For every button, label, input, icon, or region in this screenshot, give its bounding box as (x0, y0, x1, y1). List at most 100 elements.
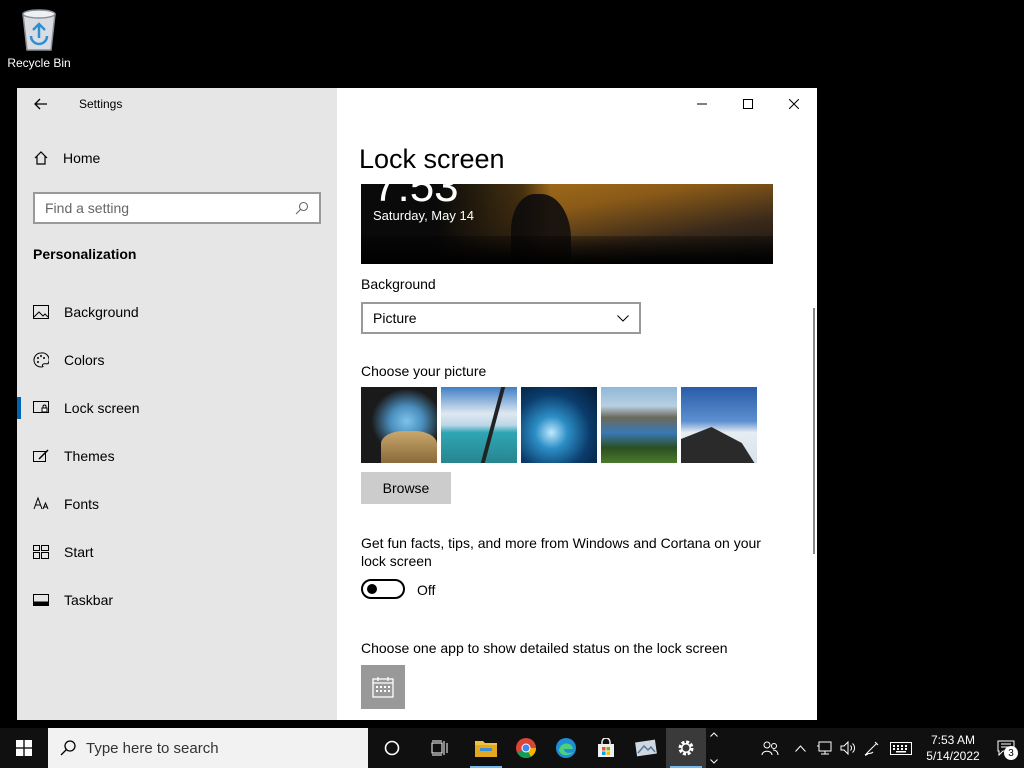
taskbar: Type here to search 7:53 AM 5/14/2022 3 (0, 728, 1024, 768)
chrome-icon (516, 738, 537, 759)
toggle-knob (367, 584, 377, 594)
edge-icon (556, 738, 576, 758)
sidebar-item-fonts[interactable]: Fonts (17, 480, 337, 528)
recycle-bin-label: Recycle Bin (7, 56, 71, 70)
taskbar-search-placeholder: Type here to search (86, 739, 219, 757)
taskbar-scroll[interactable] (706, 728, 722, 768)
lock-screen-preview: 7:53 Saturday, May 14 (361, 184, 773, 264)
section-title: Personalization (33, 246, 137, 262)
preview-date: Saturday, May 14 (373, 208, 474, 223)
taskbar-icon (33, 592, 49, 608)
lock-screen-icon (33, 400, 49, 416)
sidebar-item-colors[interactable]: Colors (17, 336, 337, 384)
settings-window: Settings Home Find a setting Personaliza… (17, 88, 817, 720)
settings-taskbar-button[interactable] (666, 728, 706, 768)
fun-facts-label: Get fun facts, tips, and more from Windo… (361, 535, 761, 569)
page-title: Lock screen (359, 144, 505, 174)
sidebar-item-label: Fonts (64, 496, 100, 512)
start-button[interactable] (0, 728, 48, 768)
picture-thumbnail[interactable] (441, 387, 517, 463)
brush-icon (33, 448, 49, 464)
store-icon (598, 738, 614, 757)
app-title: Settings (79, 97, 123, 111)
caption-buttons (679, 88, 817, 120)
maximize-button[interactable] (725, 88, 771, 120)
palette-icon (33, 352, 49, 368)
sidebar-item-lock-screen[interactable]: Lock screen (17, 384, 337, 432)
photos-icon (635, 739, 657, 757)
search-placeholder: Find a setting (45, 200, 130, 216)
chevron-down-icon (617, 314, 629, 322)
people-icon (761, 741, 779, 756)
choose-picture-label: Choose your picture (361, 363, 487, 379)
chrome-button[interactable] (506, 728, 546, 768)
cortana-icon (384, 740, 400, 756)
toggle-state-label: Off (417, 582, 436, 598)
clock[interactable]: 7:53 AM 5/14/2022 (918, 732, 988, 764)
sidebar-item-label: Colors (64, 352, 105, 368)
pen-button[interactable] (860, 728, 884, 768)
back-button[interactable] (17, 88, 65, 120)
fun-facts-toggle[interactable] (361, 579, 405, 599)
system-tray: 7:53 AM 5/14/2022 3 (752, 728, 1024, 768)
action-center-button[interactable]: 3 (988, 728, 1024, 768)
close-icon (789, 99, 799, 109)
scrollbar[interactable] (813, 308, 815, 554)
cortana-button[interactable] (372, 728, 412, 768)
chevron-up-icon (710, 732, 718, 737)
background-dropdown[interactable]: Picture (361, 302, 641, 334)
home-label: Home (63, 150, 101, 166)
picture-thumbnail[interactable] (681, 387, 757, 463)
maximize-icon (743, 99, 753, 109)
show-hidden-icons-button[interactable] (788, 728, 812, 768)
network-button[interactable] (812, 728, 836, 768)
browse-button[interactable]: Browse (361, 472, 451, 504)
sidebar-nav: Background Colors Lock screen Themes Fon… (17, 288, 337, 624)
photos-button[interactable] (626, 728, 666, 768)
sidebar-item-themes[interactable]: Themes (17, 432, 337, 480)
notification-badge: 3 (1004, 746, 1018, 760)
background-label: Background (361, 276, 436, 292)
home-link[interactable]: Home (33, 150, 100, 166)
back-arrow-icon (34, 98, 47, 110)
touch-keyboard-button[interactable] (884, 728, 918, 768)
search-icon (295, 201, 309, 215)
close-button[interactable] (771, 88, 817, 120)
gear-icon (678, 740, 694, 756)
volume-icon (840, 741, 855, 755)
sidebar-item-label: Lock screen (64, 400, 140, 416)
fonts-icon (33, 496, 49, 512)
picture-thumbnail[interactable] (521, 387, 597, 463)
store-button[interactable] (586, 728, 626, 768)
sidebar-item-label: Taskbar (64, 592, 114, 608)
edge-button[interactable] (546, 728, 586, 768)
clock-time: 7:53 AM (930, 733, 976, 747)
file-explorer-button[interactable] (466, 728, 506, 768)
sidebar-item-taskbar[interactable]: Taskbar (17, 576, 337, 624)
picture-thumbnails (361, 387, 761, 463)
people-button[interactable] (752, 728, 788, 768)
start-icon (33, 544, 49, 560)
volume-button[interactable] (836, 728, 860, 768)
background-dropdown-value: Picture (373, 310, 417, 326)
picture-thumbnail[interactable] (361, 387, 437, 463)
sidebar-item-start[interactable]: Start (17, 528, 337, 576)
home-icon (34, 151, 48, 165)
detailed-status-label: Choose one app to show detailed status o… (361, 640, 728, 656)
content-pane: Lock screen 7:53 Saturday, May 14 Backgr… (337, 88, 817, 720)
chevron-up-icon (794, 744, 806, 752)
sidebar-item-label: Start (64, 544, 94, 560)
taskbar-search-box[interactable]: Type here to search (48, 728, 368, 768)
minimize-button[interactable] (679, 88, 725, 120)
search-icon (60, 740, 76, 756)
folder-icon (475, 741, 497, 757)
sidebar-item-label: Themes (64, 448, 115, 464)
picture-thumbnail[interactable] (601, 387, 677, 463)
calendar-icon (372, 677, 394, 698)
sidebar: Settings Home Find a setting Personaliza… (17, 88, 337, 720)
task-view-button[interactable] (420, 728, 460, 768)
detailed-status-app-button[interactable] (361, 665, 405, 709)
sidebar-item-background[interactable]: Background (17, 288, 337, 336)
search-input[interactable]: Find a setting (33, 192, 321, 224)
recycle-bin[interactable]: Recycle Bin (4, 6, 74, 70)
